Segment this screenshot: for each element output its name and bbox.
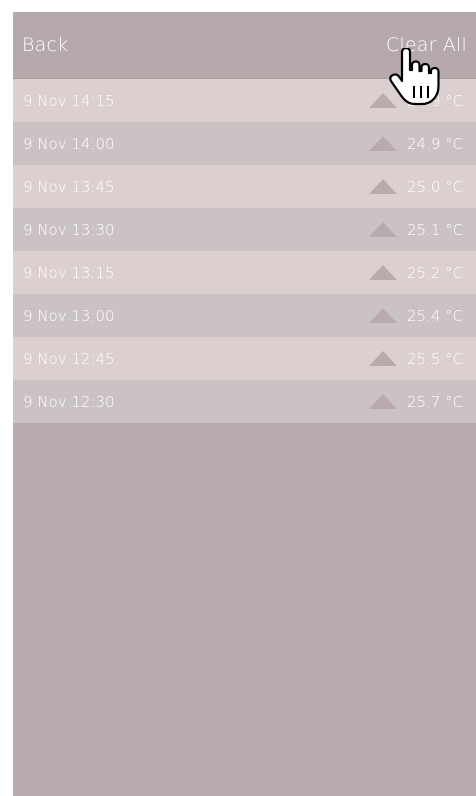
readings-list: 9 Nov 14:15 24.9 °C 9 Nov 14:00 24.9 °C … — [13, 79, 476, 423]
reading-date: 9 Nov 14:00 — [23, 134, 115, 153]
reading-row[interactable]: 9 Nov 13:45 25.0 °C — [13, 165, 476, 208]
reading-temp: 25.2 °C — [407, 263, 464, 282]
reading-date: 9 Nov 13:45 — [23, 177, 115, 196]
reading-row[interactable]: 9 Nov 14:15 24.9 °C — [13, 79, 476, 122]
reading-date: 9 Nov 12:45 — [23, 349, 115, 368]
reading-temp: 24.9 °C — [407, 134, 464, 153]
trend-up-icon — [369, 351, 397, 366]
trend-up-icon — [369, 265, 397, 280]
clear-all-button[interactable]: Clear All — [386, 34, 467, 56]
trend-up-icon — [369, 179, 397, 194]
screen-frame: Back Clear All 9 Nov 14:15 24.9 °C 9 Nov… — [0, 0, 476, 796]
reading-row[interactable]: 9 Nov 14:00 24.9 °C — [13, 122, 476, 165]
reading-temp: 25.1 °C — [407, 220, 464, 239]
reading-row[interactable]: 9 Nov 13:30 25.1 °C — [13, 208, 476, 251]
reading-temp: 25.0 °C — [407, 177, 464, 196]
reading-date: 9 Nov 14:15 — [23, 91, 115, 110]
reading-row[interactable]: 9 Nov 12:30 25.7 °C — [13, 380, 476, 423]
reading-row[interactable]: 9 Nov 12:45 25.5 °C — [13, 337, 476, 380]
history-screen: Back Clear All 9 Nov 14:15 24.9 °C 9 Nov… — [13, 12, 476, 796]
trend-up-icon — [369, 394, 397, 409]
reading-row[interactable]: 9 Nov 13:00 25.4 °C — [13, 294, 476, 337]
reading-row[interactable]: 9 Nov 13:15 25.2 °C — [13, 251, 476, 294]
reading-date: 9 Nov 13:15 — [23, 263, 115, 282]
reading-temp: 24.9 °C — [407, 91, 464, 110]
trend-up-icon — [369, 93, 397, 108]
reading-temp: 25.7 °C — [407, 392, 464, 411]
reading-date: 9 Nov 13:00 — [23, 306, 115, 325]
reading-temp: 25.4 °C — [407, 306, 464, 325]
trend-up-icon — [369, 136, 397, 151]
trend-up-icon — [369, 222, 397, 237]
back-button[interactable]: Back — [22, 34, 68, 56]
nav-header: Back Clear All — [13, 12, 476, 79]
reading-date: 9 Nov 13:30 — [23, 220, 115, 239]
reading-temp: 25.5 °C — [407, 349, 464, 368]
reading-date: 9 Nov 12:30 — [23, 392, 115, 411]
trend-up-icon — [369, 308, 397, 323]
